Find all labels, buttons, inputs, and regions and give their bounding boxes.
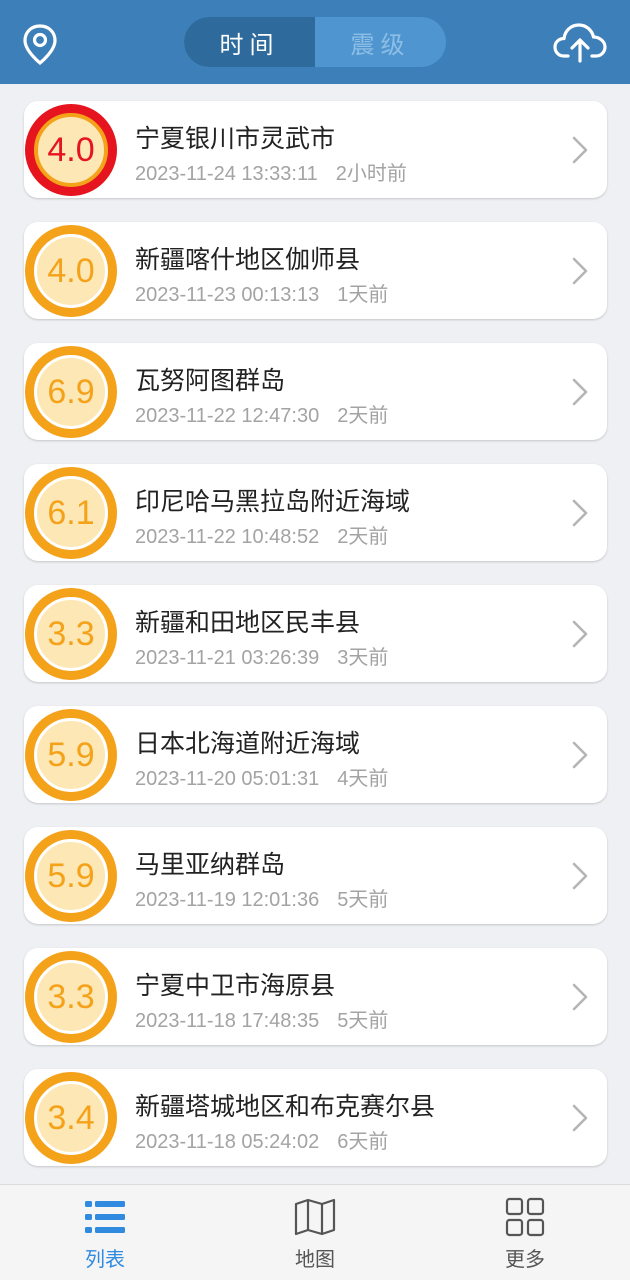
magnitude-badge: 4.0 xyxy=(25,225,117,317)
chevron-right-icon xyxy=(572,136,588,164)
chevron-right-icon xyxy=(572,741,588,769)
chevron-right-icon xyxy=(572,983,588,1011)
list-item[interactable]: 6.9 瓦努阿图群岛 2023-11-22 12:47:30 2天前 xyxy=(24,343,607,440)
chevron-right-icon xyxy=(572,378,588,406)
sort-segmented-control: 时间 震级 xyxy=(184,17,446,67)
quake-location: 新疆塔城地区和布克赛尔县 xyxy=(135,1092,436,1121)
quake-time: 2023-11-22 10:48:52 xyxy=(135,526,320,548)
list-item[interactable]: 3.3 新疆和田地区民丰县 2023-11-21 03:26:39 3天前 xyxy=(24,585,607,682)
list-item[interactable]: 4.0 宁夏银川市灵武市 2023-11-24 13:33:11 2小时前 xyxy=(24,101,607,198)
chevron-right-icon xyxy=(572,257,588,285)
magnitude-value: 4.0 xyxy=(47,251,95,290)
grid-icon xyxy=(505,1197,545,1237)
nav-tab-more[interactable]: 更多 xyxy=(455,1185,595,1280)
magnitude-badge: 6.9 xyxy=(25,346,117,438)
app-header: 时间 震级 xyxy=(0,0,630,84)
magnitude-value: 5.9 xyxy=(47,856,95,895)
list-item[interactable]: 3.4 新疆塔城地区和布克赛尔县 2023-11-18 05:24:02 6天前 xyxy=(24,1069,607,1166)
quake-relative-time: 5天前 xyxy=(337,1010,389,1032)
quake-relative-time: 2天前 xyxy=(337,526,389,548)
list-item[interactable]: 3.3 宁夏中卫市海原县 2023-11-18 17:48:35 5天前 xyxy=(24,948,607,1045)
magnitude-value: 3.3 xyxy=(47,977,95,1016)
quake-location: 马里亚纳群岛 xyxy=(135,850,286,879)
nav-label: 地图 xyxy=(295,1247,335,1271)
quake-time: 2023-11-22 12:47:30 xyxy=(135,405,320,427)
earthquake-list: 4.0 宁夏银川市灵武市 2023-11-24 13:33:11 2小时前 4.0… xyxy=(0,84,630,1184)
list-item[interactable]: 6.1 印尼哈马黑拉岛附近海域 2023-11-22 10:48:52 2天前 xyxy=(24,464,607,561)
cloud-upload-icon[interactable] xyxy=(552,20,608,64)
chevron-right-icon xyxy=(572,862,588,890)
quake-relative-time: 2小时前 xyxy=(335,163,407,185)
bottom-nav: 列表 地图 更多 xyxy=(0,1184,630,1280)
quake-location: 印尼哈马黑拉岛附近海域 xyxy=(135,487,411,516)
list-item[interactable]: 4.0 新疆喀什地区伽师县 2023-11-23 00:13:13 1天前 xyxy=(24,222,607,319)
quake-time: 2023-11-19 12:01:36 xyxy=(135,889,320,911)
list-icon xyxy=(85,1201,125,1233)
quake-relative-time: 1天前 xyxy=(337,284,389,306)
quake-time: 2023-11-18 05:24:02 xyxy=(135,1131,320,1153)
map-icon xyxy=(294,1198,336,1236)
quake-location: 宁夏银川市灵武市 xyxy=(135,124,336,153)
quake-relative-time: 2天前 xyxy=(337,405,389,427)
quake-time: 2023-11-24 13:33:11 xyxy=(135,163,318,185)
magnitude-badge: 6.1 xyxy=(25,467,117,559)
quake-location: 日本北海道附近海域 xyxy=(135,729,361,758)
tab-sort-magnitude[interactable]: 震级 xyxy=(315,17,446,67)
location-pin-icon[interactable] xyxy=(20,22,60,66)
quake-location: 宁夏中卫市海原县 xyxy=(135,971,336,1000)
tab-sort-time[interactable]: 时间 xyxy=(184,17,315,67)
nav-tab-list[interactable]: 列表 xyxy=(35,1185,175,1280)
magnitude-value: 4.0 xyxy=(47,130,95,169)
magnitude-value: 6.1 xyxy=(47,493,95,532)
magnitude-badge: 3.4 xyxy=(25,1072,117,1164)
magnitude-badge: 3.3 xyxy=(25,588,117,680)
quake-time: 2023-11-23 00:13:13 xyxy=(135,284,320,306)
quake-relative-time: 3天前 xyxy=(337,647,389,669)
nav-label: 列表 xyxy=(85,1247,125,1271)
quake-time: 2023-11-20 05:01:31 xyxy=(135,768,320,790)
quake-relative-time: 4天前 xyxy=(337,768,389,790)
chevron-right-icon xyxy=(572,620,588,648)
magnitude-badge: 5.9 xyxy=(25,709,117,801)
magnitude-value: 5.9 xyxy=(47,735,95,774)
magnitude-value: 3.4 xyxy=(47,1098,95,1137)
magnitude-badge: 4.0 xyxy=(25,104,117,196)
chevron-right-icon xyxy=(572,499,588,527)
quake-location: 瓦努阿图群岛 xyxy=(135,366,286,395)
quake-time: 2023-11-21 03:26:39 xyxy=(135,647,320,669)
magnitude-value: 3.3 xyxy=(47,614,95,653)
nav-label: 更多 xyxy=(505,1247,545,1271)
quake-location: 新疆喀什地区伽师县 xyxy=(135,245,361,274)
quake-relative-time: 6天前 xyxy=(337,1131,389,1153)
list-item[interactable]: 5.9 马里亚纳群岛 2023-11-19 12:01:36 5天前 xyxy=(24,827,607,924)
magnitude-value: 6.9 xyxy=(47,372,95,411)
magnitude-badge: 3.3 xyxy=(25,951,117,1043)
chevron-right-icon xyxy=(572,1104,588,1132)
quake-time: 2023-11-18 17:48:35 xyxy=(135,1010,320,1032)
list-item[interactable]: 5.9 日本北海道附近海域 2023-11-20 05:01:31 4天前 xyxy=(24,706,607,803)
magnitude-badge: 5.9 xyxy=(25,830,117,922)
quake-location: 新疆和田地区民丰县 xyxy=(135,608,361,637)
nav-tab-map[interactable]: 地图 xyxy=(245,1185,385,1280)
quake-relative-time: 5天前 xyxy=(337,889,389,911)
